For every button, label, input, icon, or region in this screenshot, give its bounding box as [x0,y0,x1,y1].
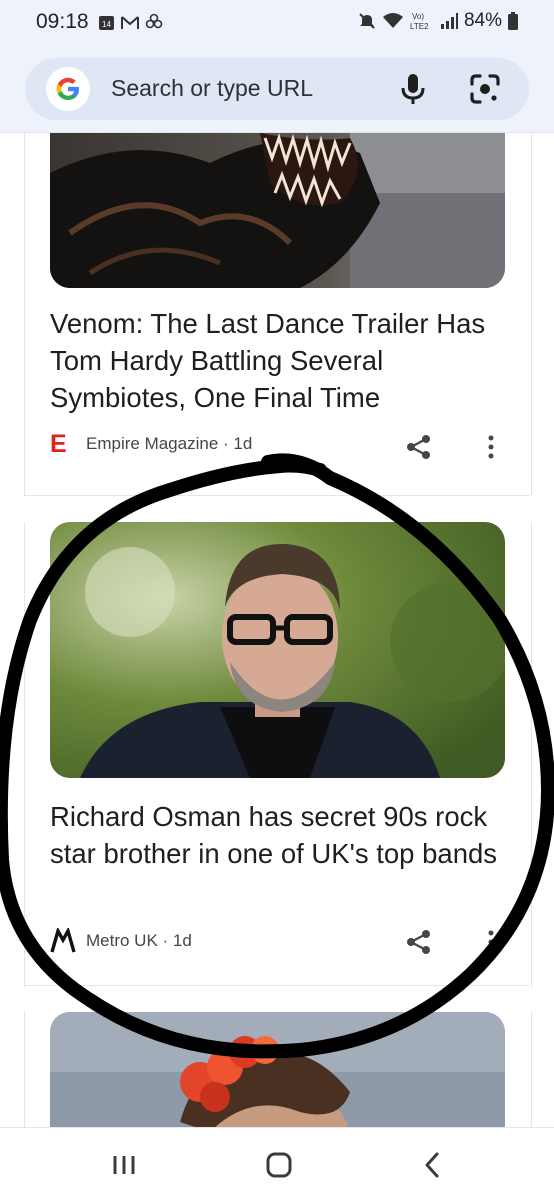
home-icon[interactable] [261,1148,297,1182]
news-card[interactable]: Venom: The Last Dance Trailer Has Tom Ha… [24,133,532,495]
discover-feed[interactable]: Venom: The Last Dance Trailer Has Tom Ha… [0,133,554,1127]
svg-text:LTE2: LTE2 [410,22,429,31]
metro-logo-icon [50,928,76,953]
empire-logo-icon: E [50,430,67,458]
card-divider [24,985,530,986]
status-time: 09:18 [36,10,89,33]
signal-icon [440,13,458,29]
system-navigation-bar [0,1127,554,1201]
wifi-icon [382,13,403,28]
volte-icon: Vo) LTE2 [410,12,429,31]
search-input[interactable]: Search or type URL [111,75,313,102]
recent-apps-icon[interactable] [106,1148,142,1182]
browser-toolbar: Search or type URL [0,46,554,133]
card-image[interactable] [50,1012,505,1127]
card-image[interactable] [50,522,505,778]
publisher-name: Metro UK [86,931,158,950]
card-headline[interactable]: Richard Osman has secret 90s rock star b… [50,798,500,872]
status-system-icons: Vo) LTE2 84% [358,10,518,32]
status-bar: 09:18 14 Vo) LTE2 84% [0,0,554,46]
share-icon[interactable] [405,928,433,956]
status-notification-icons: 14 [98,13,163,31]
more-vert-icon[interactable] [481,928,501,956]
card-divider [24,495,530,496]
card-source: Metro UK · 1d [50,928,192,954]
google-logo-icon[interactable] [46,67,90,111]
meta-separator: · [218,434,234,453]
share-icon[interactable] [405,433,433,461]
more-vert-icon[interactable] [481,433,501,461]
microphone-icon[interactable] [398,73,428,105]
back-icon[interactable] [415,1148,451,1182]
calendar-icon: 14 [99,15,114,30]
publish-age: 1d [233,434,253,453]
card-source: E Empire Magazine · 1d [50,431,252,457]
mute-icon [359,13,375,29]
meta-separator: · [157,931,173,950]
battery-icon [508,12,518,30]
news-card[interactable] [24,1012,532,1127]
card-image[interactable] [50,133,505,288]
search-box[interactable]: Search or type URL [25,58,529,120]
battery-percentage: 84% [463,10,502,31]
svg-text:14: 14 [102,20,111,29]
svg-text:Vo): Vo) [412,12,424,21]
card-headline[interactable]: Venom: The Last Dance Trailer Has Tom Ha… [50,305,500,416]
gmail-icon [121,15,139,29]
publish-age: 1d [172,931,192,950]
google-lens-icon[interactable] [469,73,501,105]
publisher-name: Empire Magazine [86,434,219,453]
news-card[interactable]: Richard Osman has secret 90s rock star b… [24,522,532,988]
pinwheel-icon [145,13,163,29]
